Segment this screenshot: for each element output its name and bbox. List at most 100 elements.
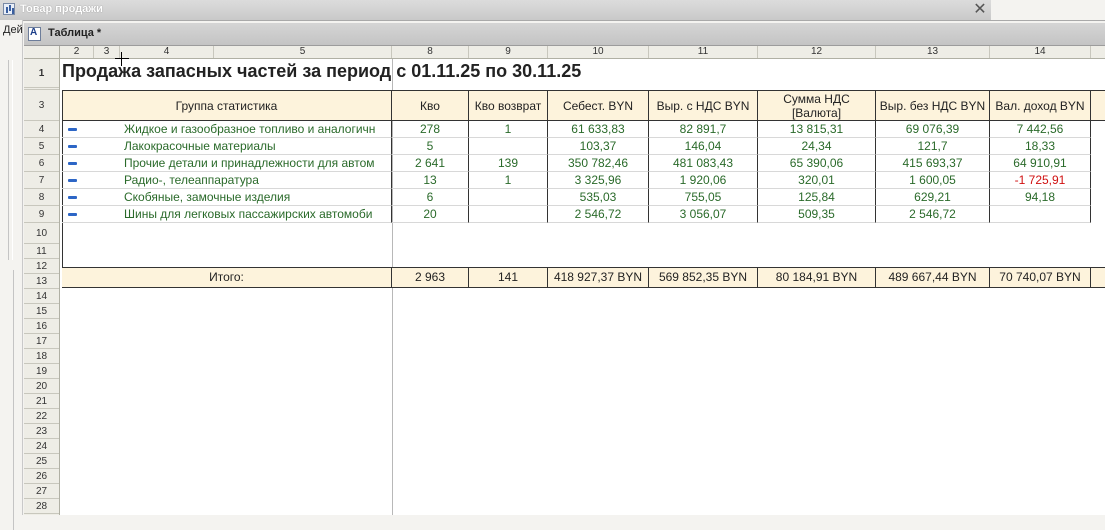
cell-group[interactable]: Радио-, телеаппаратура: [62, 172, 392, 189]
row-header[interactable]: 24: [24, 439, 59, 454]
table-row[interactable]: Жидкое и газообразное топливо и аналогич…: [60, 121, 1105, 138]
cell-income-negative[interactable]: -1 725,91: [990, 172, 1091, 189]
totals-rev-vat[interactable]: 569 852,35 BYN: [649, 267, 758, 288]
actions-menu[interactable]: Дей: [3, 24, 23, 36]
cell-rev-novat[interactable]: 69 076,39: [876, 121, 990, 138]
cell-income[interactable]: 64 910,91: [990, 155, 1091, 172]
cell-cost[interactable]: 2 546,72: [548, 206, 649, 223]
cell-cost[interactable]: 3 325,96: [548, 172, 649, 189]
cell-rev-novat[interactable]: 1 600,05: [876, 172, 990, 189]
cell-qty[interactable]: 13: [392, 172, 469, 189]
cell-vat[interactable]: 125,84: [758, 189, 876, 206]
cell-rev-novat[interactable]: 629,21: [876, 189, 990, 206]
cell-vat[interactable]: 65 390,06: [758, 155, 876, 172]
table-row[interactable]: Шины для легковых пассажирских автомоби …: [60, 206, 1105, 223]
row-header[interactable]: 5: [24, 138, 59, 155]
cell-vat[interactable]: 320,01: [758, 172, 876, 189]
cell-rev-vat[interactable]: 146,04: [649, 138, 758, 155]
cell-vat[interactable]: 24,34: [758, 138, 876, 155]
cell-income[interactable]: 94,18: [990, 189, 1091, 206]
column-header[interactable]: 13: [876, 46, 990, 58]
row-header[interactable]: 26: [24, 469, 59, 484]
column-header[interactable]: 5: [214, 46, 392, 58]
cell-rev-vat[interactable]: 1 920,06: [649, 172, 758, 189]
cell-income[interactable]: 18,33: [990, 138, 1091, 155]
table-row[interactable]: Скобяные, замочные изделия 6 535,03 755,…: [60, 189, 1105, 206]
column-header[interactable]: 4: [120, 46, 214, 58]
row-header[interactable]: 25: [24, 454, 59, 469]
cell-cost[interactable]: 350 782,46: [548, 155, 649, 172]
cell-rev-novat[interactable]: 121,7: [876, 138, 990, 155]
cell-rev-vat[interactable]: 755,05: [649, 189, 758, 206]
row-header[interactable]: 10: [24, 223, 59, 244]
row-header[interactable]: 11: [24, 244, 59, 259]
splitter-handle[interactable]: [8, 60, 13, 260]
row-header[interactable]: 9: [24, 206, 59, 223]
row-header[interactable]: 17: [24, 334, 59, 349]
totals-qty[interactable]: 2 963: [392, 267, 469, 288]
column-header[interactable]: 14: [990, 46, 1091, 58]
row-header[interactable]: 19: [24, 364, 59, 379]
cell-income[interactable]: 7 442,56: [990, 121, 1091, 138]
cell-vat[interactable]: 509,35: [758, 206, 876, 223]
row-header[interactable]: 12: [24, 259, 59, 274]
cell-vat[interactable]: 13 815,31: [758, 121, 876, 138]
cell-qty[interactable]: 2 641: [392, 155, 469, 172]
cell-group[interactable]: Прочие детали и принадлежности для автом: [62, 155, 392, 172]
row-header[interactable]: 28: [24, 499, 59, 514]
column-header[interactable]: 10: [548, 46, 649, 58]
cell-rev-vat[interactable]: 481 083,43: [649, 155, 758, 172]
sheet-corner[interactable]: [24, 46, 60, 59]
cell-rev-novat[interactable]: 2 546,72: [876, 206, 990, 223]
cell-group[interactable]: Шины для легковых пассажирских автомоби: [62, 206, 392, 223]
cell-cost[interactable]: 103,37: [548, 138, 649, 155]
cell-return[interactable]: 139: [469, 155, 548, 172]
row-header[interactable]: 3: [24, 90, 59, 121]
row-header[interactable]: 27: [24, 484, 59, 499]
totals-cost[interactable]: 418 927,37 BYN: [548, 267, 649, 288]
cell-income[interactable]: [990, 206, 1091, 223]
column-header[interactable]: 9: [469, 46, 548, 58]
cell-return[interactable]: 1: [469, 172, 548, 189]
totals-return[interactable]: 141: [469, 267, 548, 288]
row-header[interactable]: 18: [24, 349, 59, 364]
cell-return[interactable]: 1: [469, 121, 548, 138]
table-row[interactable]: Лакокрасочные материалы 5 103,37 146,04 …: [60, 138, 1105, 155]
row-header[interactable]: 22: [24, 409, 59, 424]
cell-qty[interactable]: 278: [392, 121, 469, 138]
cell-group[interactable]: Лакокрасочные материалы: [62, 138, 392, 155]
row-header[interactable]: 23: [24, 424, 59, 439]
cell-return[interactable]: [469, 189, 548, 206]
column-header[interactable]: 11: [649, 46, 758, 58]
cell-rev-vat[interactable]: 82 891,7: [649, 121, 758, 138]
row-header[interactable]: 15: [24, 304, 59, 319]
cell-qty[interactable]: 20: [392, 206, 469, 223]
row-header[interactable]: 7: [24, 172, 59, 189]
cell-rev-vat[interactable]: 3 056,07: [649, 206, 758, 223]
spreadsheet[interactable]: 2 3 4 5 8 9 10 11 12 13 14 1 3 4 5 6 7 8…: [24, 46, 1105, 515]
cell-qty[interactable]: 5: [392, 138, 469, 155]
row-header[interactable]: 8: [24, 189, 59, 206]
row-header[interactable]: 4: [24, 121, 59, 138]
row-header[interactable]: 1: [24, 59, 59, 88]
row-header[interactable]: 14: [24, 289, 59, 304]
cell-group[interactable]: Скобяные, замочные изделия: [62, 189, 392, 206]
cell-return[interactable]: [469, 206, 548, 223]
cell-return[interactable]: [469, 138, 548, 155]
cell-cost[interactable]: 535,03: [548, 189, 649, 206]
column-header[interactable]: 2: [60, 46, 94, 58]
sheet-grid[interactable]: Продажа запасных частей за период с 01.1…: [60, 59, 1105, 515]
column-header[interactable]: 12: [758, 46, 876, 58]
table-row[interactable]: Радио-, телеаппаратура 13 1 3 325,96 1 9…: [60, 172, 1105, 189]
row-header[interactable]: 13: [24, 274, 59, 289]
totals-label[interactable]: Итого:: [62, 267, 392, 288]
splitter-handle-lower[interactable]: [13, 270, 20, 530]
cell-qty[interactable]: 6: [392, 189, 469, 206]
row-header[interactable]: 16: [24, 319, 59, 334]
totals-vat[interactable]: 80 184,91 BYN: [758, 267, 876, 288]
totals-income[interactable]: 70 740,07 BYN: [990, 267, 1091, 288]
cell-rev-novat[interactable]: 415 693,37: [876, 155, 990, 172]
row-header[interactable]: 21: [24, 394, 59, 409]
column-header[interactable]: 8: [392, 46, 469, 58]
row-header[interactable]: 6: [24, 155, 59, 172]
